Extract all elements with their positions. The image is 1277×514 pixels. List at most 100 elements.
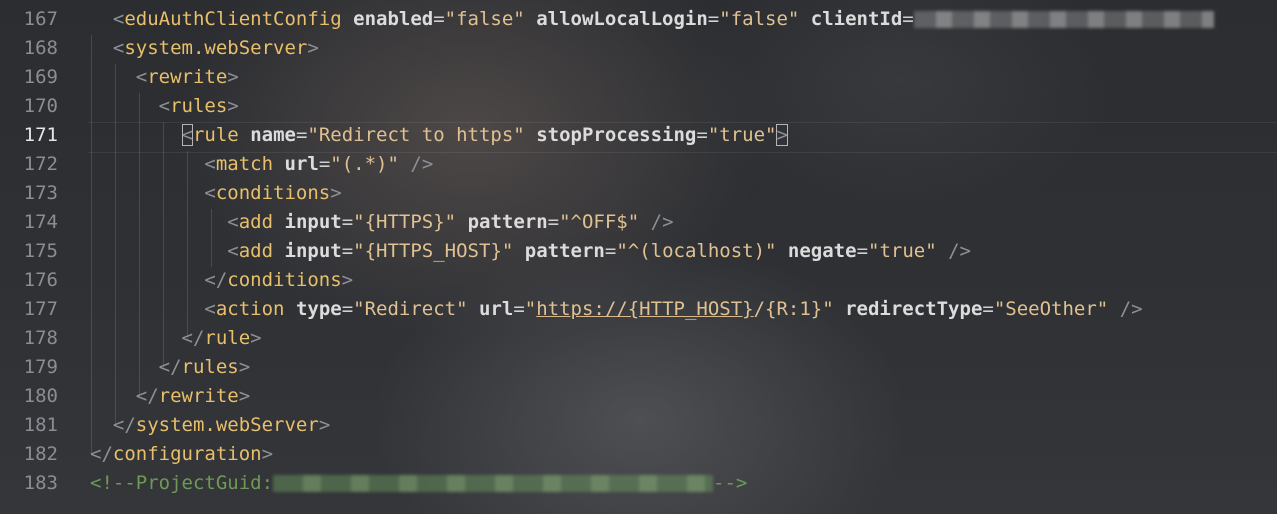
code-token: = [341, 211, 354, 233]
redacted-region [273, 475, 714, 492]
code-line[interactable]: 177 <action type="Redirect" url="https:/… [0, 295, 1277, 324]
code-token: rules [170, 95, 228, 117]
code-token: > [227, 95, 239, 117]
code-token: allowLocalLogin [536, 8, 708, 30]
code-text: </conditions> [90, 266, 353, 295]
code-token: = [341, 298, 354, 320]
code-line[interactable]: 170 <rules> [0, 92, 1277, 121]
code-token: </ [181, 327, 205, 349]
code-text: <rules> [90, 92, 239, 121]
code-token: /> [948, 240, 971, 262]
code-line[interactable]: 180 </rewrite> [0, 382, 1277, 411]
code-line[interactable]: 181 </system.webServer> [0, 411, 1277, 440]
code-line[interactable]: 172 <match url="(.*)" /> [0, 150, 1277, 179]
code-token: system.webServer [124, 37, 308, 59]
code-token: clientId [810, 8, 903, 30]
code-token: < [112, 8, 125, 30]
code-text: <add input="{HTTPS}" pattern="^OFF$" /> [90, 208, 673, 237]
code-token: input [284, 240, 342, 262]
code-token: type [295, 298, 342, 320]
code-token: "false" [444, 8, 525, 30]
line-number: 182 [23, 443, 58, 465]
code-token: = [295, 124, 308, 146]
code-token: = [547, 211, 560, 233]
code-token: rules [181, 356, 239, 378]
code-token: > [307, 37, 319, 59]
code-token: "SeeOther" [993, 298, 1109, 320]
code-token: = [707, 8, 720, 30]
code-token: = [902, 8, 914, 30]
code-line[interactable]: 175 <add input="{HTTPS_HOST}" pattern="^… [0, 237, 1277, 266]
code-line[interactable]: 176 </conditions> [0, 266, 1277, 295]
code-line[interactable]: 178 </rule> [0, 324, 1277, 353]
code-text: </configuration> [90, 440, 273, 469]
code-token: </ [204, 269, 228, 291]
code-token: < [227, 211, 239, 233]
code-token: <!--ProjectGuid: [90, 472, 274, 494]
line-number: 177 [23, 298, 58, 320]
code-token: < [204, 153, 216, 175]
code-token: " [524, 298, 537, 320]
code-text: <match url="(.*)" /> [90, 150, 433, 179]
code-line[interactable]: 183 <!--ProjectGuid: --> [0, 469, 1277, 498]
code-line[interactable]: 182 </configuration> [0, 440, 1277, 469]
code-token: </ [158, 356, 182, 378]
code-text: <action type="Redirect" url="https://{HT… [90, 295, 1142, 324]
code-token: --> [713, 472, 748, 494]
code-token: "Redirect to https" [307, 124, 525, 146]
code-line[interactable]: 168 <system.webServer> [0, 34, 1277, 63]
code-line[interactable]: 171 <rule name="Redirect to https" stopP… [0, 121, 1277, 150]
redacted-region [913, 11, 1214, 28]
code-token: add [238, 240, 274, 262]
line-number: 174 [23, 211, 58, 233]
code-token: "{HTTPS_HOST}" [353, 240, 514, 262]
code-line[interactable]: 173 <conditions> [0, 179, 1277, 208]
code-text: <rule name="Redirect to https" stopProce… [90, 121, 788, 150]
code-line[interactable]: 179 </rules> [0, 353, 1277, 382]
code-token: system.webServer [135, 414, 319, 436]
code-line[interactable]: 174 <add input="{HTTPS}" pattern="^OFF$"… [0, 208, 1277, 237]
line-number: 172 [23, 153, 58, 175]
code-token: = [696, 124, 708, 146]
code-token: rewrite [158, 385, 239, 407]
code-token: = [318, 153, 331, 175]
code-token: > [330, 182, 342, 204]
code-token: > [250, 327, 262, 349]
code-editor[interactable]: 167 <eduAuthClientConfig enabled="false"… [0, 0, 1277, 514]
code-token: > [261, 443, 274, 465]
code-token: < [204, 182, 216, 204]
code-token: = [341, 240, 354, 262]
line-number: 183 [23, 472, 58, 494]
code-token: < [204, 298, 216, 320]
line-number: 173 [23, 182, 58, 204]
code-token: "(.*)" [330, 153, 399, 175]
code-token: input [284, 211, 342, 233]
line-number: 180 [23, 385, 58, 407]
code-line[interactable]: 169 <rewrite> [0, 63, 1277, 92]
code-token: </ [112, 414, 136, 436]
code-line[interactable]: 167 <eduAuthClientConfig enabled="false"… [0, 5, 1277, 34]
code-token: url [479, 298, 514, 320]
code-token: < [112, 37, 125, 59]
code-token: pattern [467, 211, 548, 233]
code-token: name [250, 124, 296, 146]
